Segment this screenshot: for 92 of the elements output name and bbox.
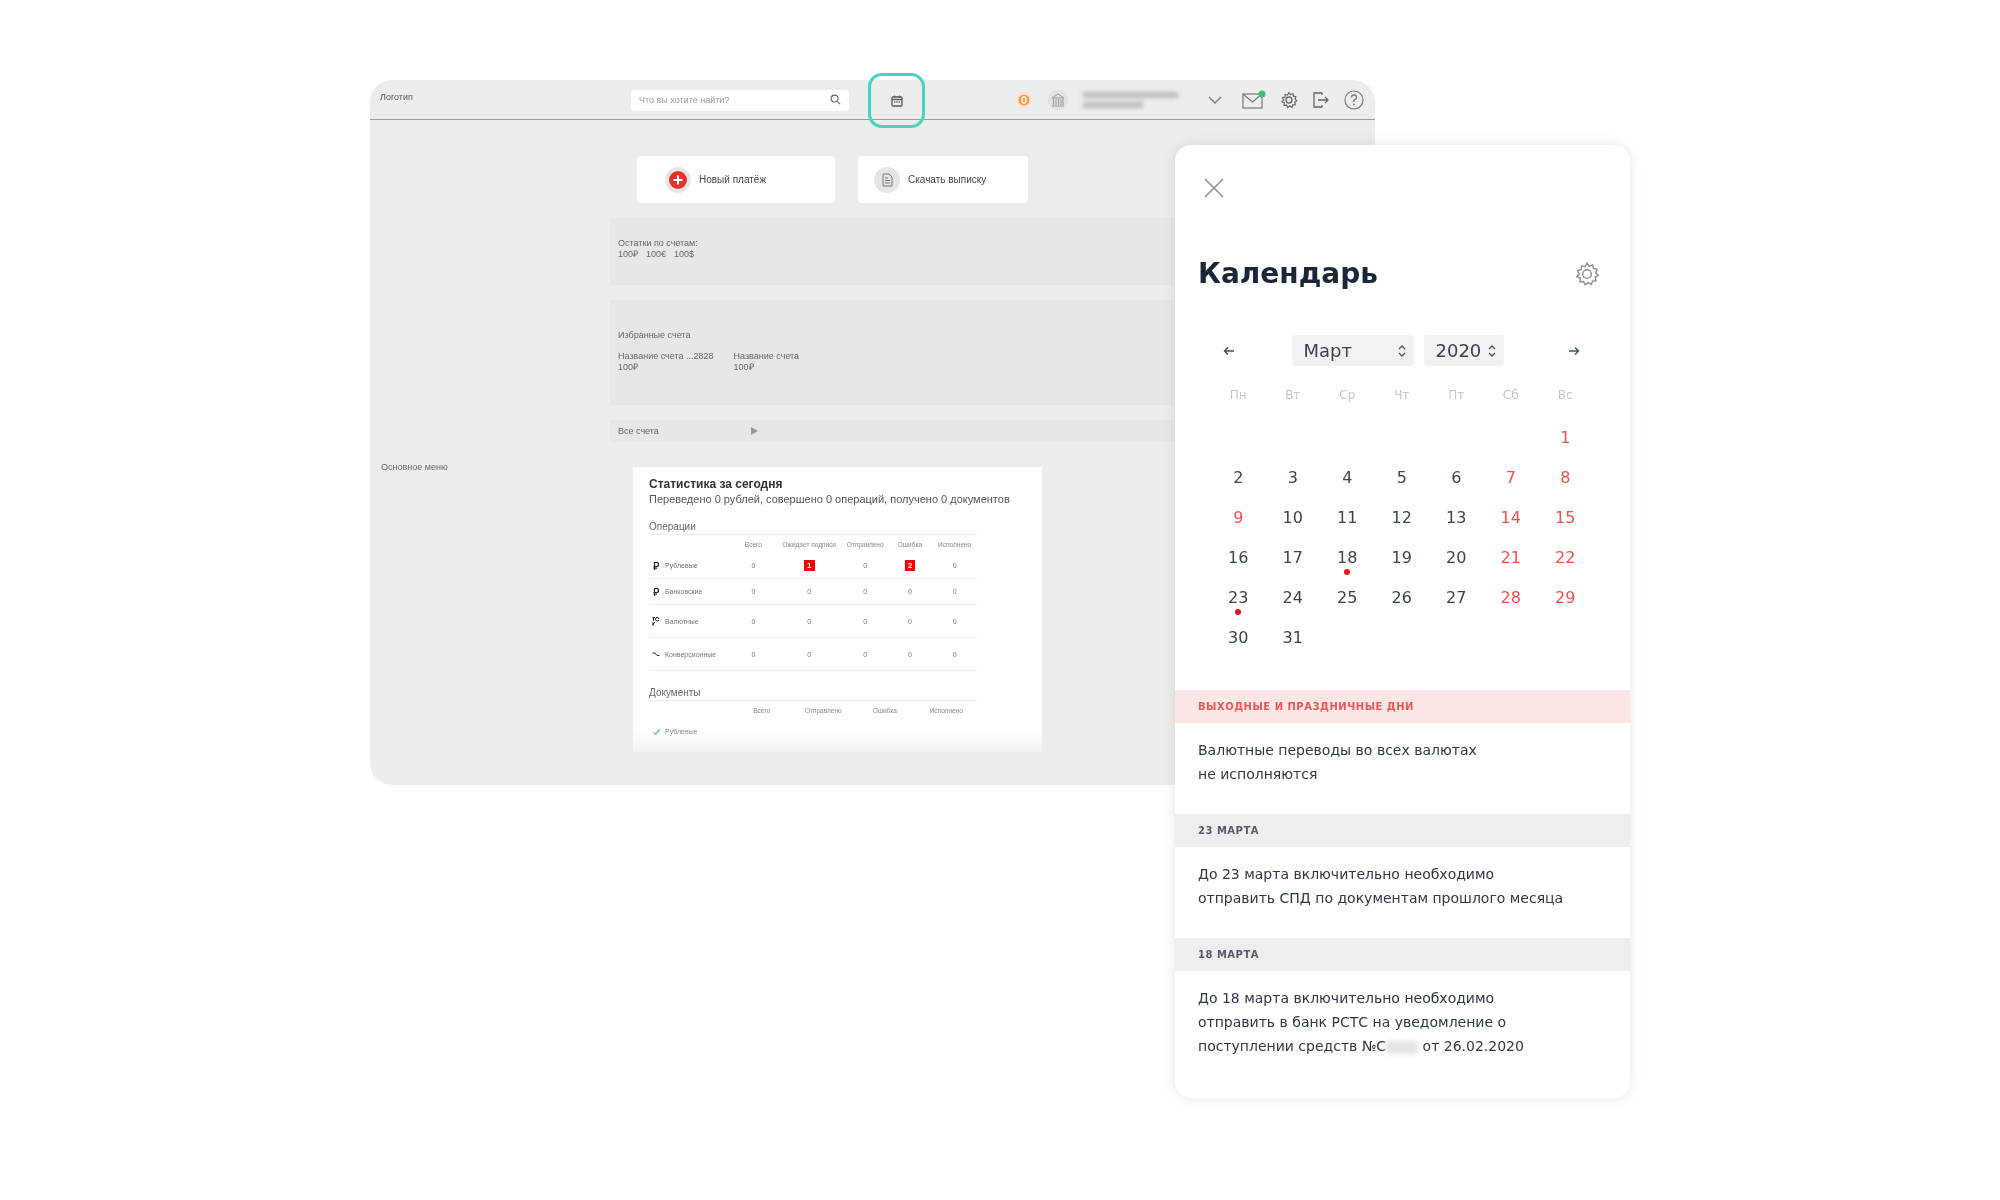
stepper-icon <box>1397 343 1406 358</box>
calendar-day[interactable]: 22 <box>1555 548 1576 568</box>
mail-icon[interactable] <box>1242 89 1266 110</box>
chevron-down-icon[interactable] <box>1208 95 1222 104</box>
calendar-day[interactable]: 6 <box>1451 468 1462 488</box>
check-icon <box>652 728 660 735</box>
note-header: 23 МАРТА <box>1175 814 1630 847</box>
close-icon[interactable] <box>1204 178 1224 198</box>
calendar-day[interactable]: 26 <box>1391 588 1412 608</box>
calendar-day[interactable]: 4 <box>1342 468 1353 488</box>
arrow-right-icon[interactable] <box>1568 345 1580 356</box>
balances-title: Остатки по счетам: <box>618 238 699 249</box>
calendar-day[interactable]: 27 <box>1446 588 1467 608</box>
calendar-day[interactable]: 16 <box>1228 548 1249 568</box>
calendar-day[interactable]: 7 <box>1505 468 1516 488</box>
calendar-day[interactable]: 8 <box>1560 468 1571 488</box>
bank-icon[interactable] <box>1047 88 1069 111</box>
calendar-day[interactable]: 13 <box>1446 508 1467 528</box>
stats-title: Статистика за сегодня <box>649 477 784 491</box>
balance-amount: 100€ <box>646 249 667 260</box>
calendar-day[interactable]: 29 <box>1555 588 1576 608</box>
calendar-day[interactable]: 25 <box>1337 588 1358 608</box>
calendar-day[interactable]: 30 <box>1228 628 1249 648</box>
calendar-button[interactable] <box>868 73 925 128</box>
exchange-icon <box>652 651 660 657</box>
table-cell: 1 <box>804 560 815 571</box>
account-amount: 100₽ <box>733 362 755 373</box>
calendar-day[interactable]: 5 <box>1396 468 1407 488</box>
ruble-icon <box>653 561 659 570</box>
weekday-label: Пн <box>1228 388 1248 404</box>
section-title: Документы <box>649 687 977 701</box>
note-header: ВЫХОДНЫЕ И ПРАЗДНИЧНЫЕ ДНИ <box>1175 690 1630 723</box>
weekday-label: Сб <box>1501 388 1520 404</box>
document-icon <box>874 166 900 193</box>
plus-icon <box>665 166 691 193</box>
calendar-day[interactable]: 31 <box>1282 628 1303 648</box>
weekday-label: Вс <box>1556 388 1574 404</box>
action-button[interactable]: Скачать выписку <box>858 156 1028 203</box>
note-text: До 23 марта включительно необходимо отправить СПД по документам прошлого месяца <box>1197 865 1565 908</box>
weekday-label: Вт <box>1284 388 1302 404</box>
weekday-label: Ср <box>1338 388 1357 404</box>
calendar-day[interactable]: 17 <box>1282 548 1303 568</box>
calendar-day[interactable]: 19 <box>1391 548 1412 568</box>
calendar-day[interactable]: 28 <box>1500 588 1521 608</box>
stats-summary: Переведено 0 рублей, совершено 0 операций, получено 0 документов <box>649 493 1011 505</box>
note-header: 18 МАРТА <box>1175 938 1630 971</box>
ruble-icon <box>653 587 659 596</box>
calendar-day[interactable]: 12 <box>1391 508 1412 528</box>
weekday-label: Чт <box>1393 388 1411 404</box>
arrow-left-icon[interactable] <box>1223 345 1235 356</box>
month-select[interactable]: Март <box>1291 335 1414 366</box>
coin-icon[interactable] <box>1015 90 1033 109</box>
weekday-label: Пт <box>1447 388 1466 404</box>
calendar-day[interactable]: 14 <box>1500 508 1521 528</box>
calendar-day[interactable]: 18 <box>1337 548 1358 568</box>
calendar-day[interactable]: 3 <box>1287 468 1298 488</box>
search-field[interactable]: Что вы хотите найти? <box>631 89 849 111</box>
table-cell: 2 <box>904 560 916 571</box>
play-icon[interactable] <box>750 427 758 435</box>
logo-text: Логотип <box>380 92 413 102</box>
calendar-icon <box>890 94 903 107</box>
currency-icon <box>652 616 660 626</box>
search-icon <box>830 94 841 105</box>
balance-amount: 100₽ <box>618 249 639 260</box>
calendar-day[interactable]: 2 <box>1233 468 1244 488</box>
calendar-day[interactable]: 1 <box>1560 428 1571 448</box>
logout-icon[interactable] <box>1312 90 1330 109</box>
note-text: Валютные переводы во всех валютах не исполняются <box>1197 741 1478 784</box>
account-name[interactable]: Название счета ...2828 <box>618 351 714 362</box>
note-text: До 18 марта включительно необходимо отправить в банк РСТС на уведомление о поступлении средств №С от 26.02.2020 <box>1197 989 1525 1056</box>
calendar-day[interactable]: 10 <box>1282 508 1303 528</box>
balance-amount: 100$ <box>674 249 695 260</box>
account-name[interactable]: Название счета <box>733 351 800 362</box>
settings-icon[interactable] <box>1280 90 1298 109</box>
year-select[interactable]: 2020 <box>1423 335 1504 366</box>
calendar-day[interactable]: 23 <box>1228 588 1249 608</box>
calendar-day[interactable]: 20 <box>1446 548 1467 568</box>
settings-icon[interactable] <box>1574 260 1600 287</box>
calendar-day[interactable]: 9 <box>1233 508 1244 528</box>
calendar-day[interactable]: 21 <box>1500 548 1521 568</box>
favorites-title: Избранные счета <box>618 330 692 341</box>
sidebar-title[interactable]: Основное меню <box>381 462 448 472</box>
calendar-day[interactable]: 15 <box>1555 508 1576 528</box>
all-accounts-link[interactable]: Все счета <box>618 425 659 437</box>
action-button[interactable]: Новый платёж <box>637 156 835 203</box>
calendar-title: Календарь <box>1198 257 1378 290</box>
stepper-icon <box>1487 343 1496 358</box>
calendar-day[interactable]: 24 <box>1282 588 1303 608</box>
section-title: Операции <box>649 521 977 535</box>
calendar-day[interactable]: 11 <box>1337 508 1358 528</box>
help-icon[interactable] <box>1344 89 1364 110</box>
account-amount: 100₽ <box>618 362 640 373</box>
